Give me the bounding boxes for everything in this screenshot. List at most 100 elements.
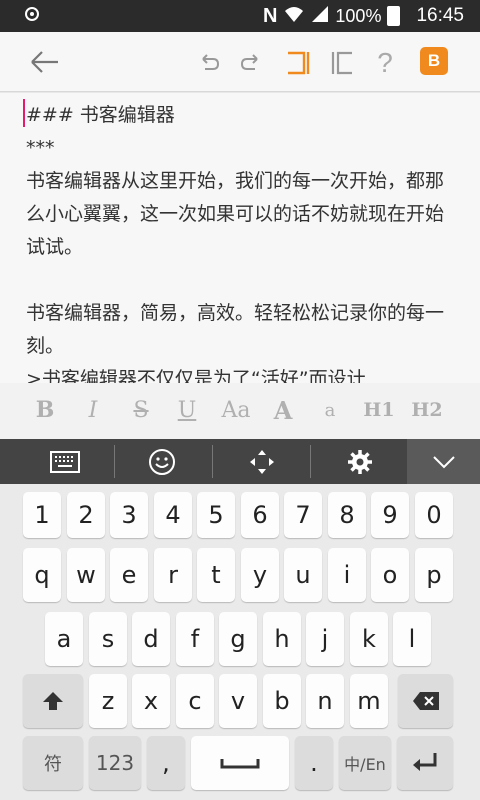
key-k[interactable]: k	[350, 612, 388, 666]
strikethrough-button[interactable]: S	[128, 395, 154, 425]
clock: 16:45	[416, 5, 464, 26]
heading1-button[interactable]: H1	[362, 395, 396, 425]
key-9[interactable]: 9	[371, 492, 409, 538]
key-2[interactable]: 2	[67, 492, 105, 538]
chevron-down-icon	[432, 455, 455, 468]
key-g[interactable]: g	[219, 612, 257, 666]
editor-line: 刻。	[26, 335, 65, 357]
soft-keyboard: 1 2 3 4 5 6 7 8 9 0 q w e r t y u i o p …	[0, 484, 480, 800]
key-t[interactable]: t	[197, 548, 235, 602]
key-q[interactable]: q	[23, 548, 61, 602]
bold-button[interactable]: B	[32, 395, 58, 425]
shift-arrow-icon	[43, 692, 63, 710]
uppercase-button[interactable]: A	[270, 395, 296, 425]
editor-line: 试试。	[26, 236, 84, 258]
key-s[interactable]: s	[89, 612, 127, 666]
align-left-icon	[331, 51, 352, 75]
emoji-icon	[149, 448, 175, 475]
redo-button[interactable]	[234, 46, 268, 80]
editor-line: >书客编辑器不仅仅是为了“活好”而设计	[26, 368, 366, 383]
text-cursor	[23, 99, 25, 127]
markdown-editor[interactable]: ### 书客编辑器 *** 书客编辑器从这里开始，我们的每一次开始，都那 么小心…	[0, 93, 480, 383]
divider	[310, 445, 311, 478]
key-f[interactable]: f	[176, 612, 214, 666]
undo-icon	[202, 54, 220, 70]
key-i[interactable]: i	[328, 548, 366, 602]
key-x[interactable]: x	[132, 674, 170, 728]
backspace-icon	[412, 692, 439, 710]
key-m[interactable]: m	[350, 674, 388, 728]
key-y[interactable]: y	[241, 548, 279, 602]
gear-icon	[348, 449, 372, 474]
align-right-icon	[288, 51, 310, 75]
key-8[interactable]: 8	[328, 492, 366, 538]
key-7[interactable]: 7	[284, 492, 322, 538]
key-v[interactable]: v	[219, 674, 257, 728]
keyboard-control-bar	[0, 439, 480, 484]
keyboard-icon	[50, 450, 80, 473]
key-4[interactable]: 4	[154, 492, 192, 538]
font-size-button[interactable]: Aa	[218, 395, 254, 425]
language-switch-key[interactable]: 中/En	[339, 736, 391, 790]
backspace-key[interactable]	[398, 674, 453, 728]
status-bar: N 100% 16:45	[0, 0, 480, 32]
brand-logo-icon: B	[427, 51, 441, 70]
key-o[interactable]: o	[371, 548, 409, 602]
help-button[interactable]: ?	[368, 46, 402, 80]
notification-icon	[24, 6, 40, 26]
enter-icon	[413, 753, 437, 771]
battery-percent: 100%	[335, 5, 382, 26]
key-c[interactable]: c	[176, 674, 214, 728]
editor-toolbar: ? B	[0, 32, 480, 92]
space-key[interactable]	[191, 736, 289, 790]
key-w[interactable]: w	[67, 548, 105, 602]
key-0[interactable]: 0	[415, 492, 453, 538]
key-h[interactable]: h	[263, 612, 301, 666]
key-b[interactable]: b	[263, 674, 301, 728]
divider	[114, 445, 115, 478]
redo-icon	[240, 54, 258, 70]
nfc-icon: N	[262, 4, 278, 27]
collapse-keyboard-button[interactable]	[407, 439, 480, 484]
move-arrows-icon	[250, 449, 274, 474]
key-j[interactable]: j	[306, 612, 344, 666]
enter-key[interactable]	[397, 736, 453, 790]
comma-key[interactable]: ,	[147, 736, 185, 790]
key-a[interactable]: a	[45, 612, 83, 666]
emoji-button[interactable]	[140, 439, 184, 484]
italic-button[interactable]: I	[80, 395, 106, 425]
lowercase-button[interactable]: a	[318, 395, 342, 425]
key-p[interactable]: p	[415, 548, 453, 602]
divider	[212, 445, 213, 478]
key-1[interactable]: 1	[23, 492, 61, 538]
period-key[interactable]: .	[295, 736, 333, 790]
signal-icon	[311, 5, 329, 28]
key-z[interactable]: z	[89, 674, 127, 728]
editor-line: 么小心翼翼，这一次如果可以的话不妨就现在开始	[26, 203, 445, 225]
editor-line: ### 书客编辑器	[23, 99, 464, 132]
undo-button[interactable]	[192, 46, 226, 80]
cursor-move-button[interactable]	[240, 439, 284, 484]
keyboard-switch-button[interactable]	[40, 439, 90, 484]
editor-line: ***	[26, 137, 55, 159]
number-mode-key[interactable]: 123	[89, 736, 141, 790]
heading2-button[interactable]: H2	[410, 395, 444, 425]
shift-key[interactable]	[23, 674, 83, 728]
key-l[interactable]: l	[393, 612, 431, 666]
key-e[interactable]: e	[110, 548, 148, 602]
underline-button[interactable]: U	[174, 395, 200, 425]
key-d[interactable]: d	[132, 612, 170, 666]
key-n[interactable]: n	[306, 674, 344, 728]
key-5[interactable]: 5	[197, 492, 235, 538]
symbol-key[interactable]: 符	[23, 736, 83, 790]
align-left-button[interactable]	[326, 46, 360, 80]
brand-logo-button[interactable]: B	[420, 47, 448, 75]
key-u[interactable]: u	[284, 548, 322, 602]
key-r[interactable]: r	[154, 548, 192, 602]
align-right-button[interactable]	[280, 46, 314, 80]
keyboard-settings-button[interactable]	[338, 439, 382, 484]
back-button[interactable]	[28, 48, 60, 76]
space-bar-icon	[220, 759, 260, 769]
key-3[interactable]: 3	[110, 492, 148, 538]
key-6[interactable]: 6	[241, 492, 279, 538]
